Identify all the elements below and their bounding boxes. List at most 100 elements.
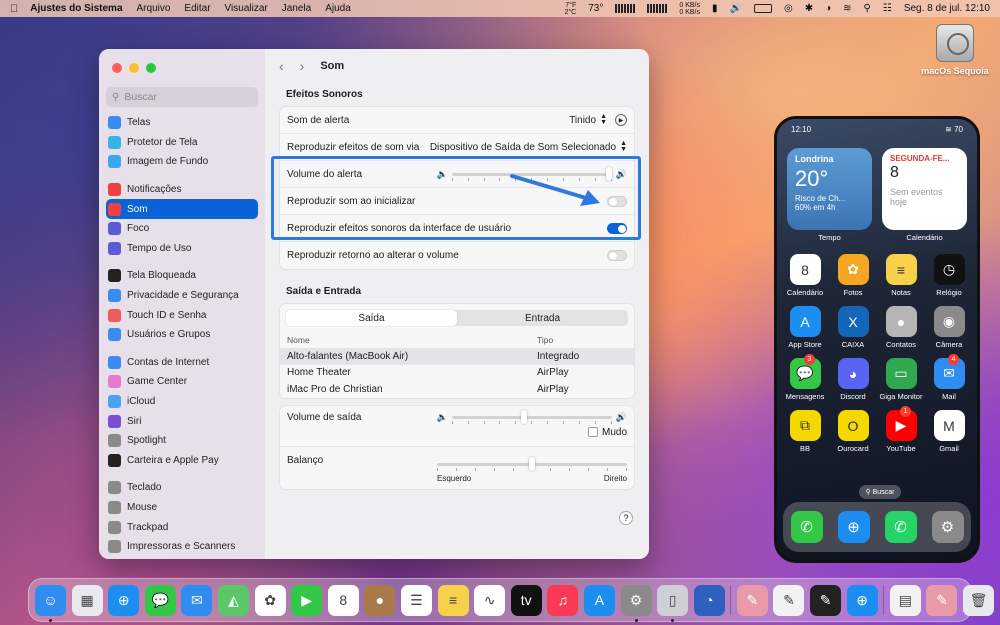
sidebar-item-fingerprint[interactable]: Touch ID e Senha [106, 305, 258, 325]
iphone-app-calendar[interactable]: 8 Calendário [781, 254, 829, 297]
iphone-app-bb[interactable]: ⧉ BB [781, 410, 829, 453]
sidebar-item-wallpaper[interactable]: Imagem de Fundo [106, 152, 258, 172]
col-type[interactable]: Tipo [530, 332, 634, 348]
iphone-app-discord[interactable]: ◕ Discord [829, 358, 877, 401]
battery-icon[interactable]: ▮ [712, 3, 718, 14]
sidebar-item-printer[interactable]: Impressoras e Scanners [106, 537, 258, 557]
textedit-icon[interactable]: ✎ [773, 584, 805, 616]
mail-icon[interactable]: ✉ [181, 584, 213, 616]
safari-tech-icon[interactable]: ⊕ [846, 584, 878, 616]
weather-widget[interactable]: Londrina 20° Risco de Ch... 60% em 4h Te… [787, 148, 872, 242]
calendar-icon[interactable]: 8 [327, 584, 359, 616]
forward-button[interactable]: › [300, 58, 305, 74]
output-volume-slider[interactable]: 🔈 🔊 [437, 409, 627, 424]
iphone-app-appstore[interactable]: A App Store [781, 306, 829, 349]
close-button[interactable] [112, 63, 122, 73]
safari-icon[interactable]: ⊕ [837, 511, 870, 543]
screen-mirroring-icon[interactable] [753, 4, 772, 13]
iphone-app-ourocard[interactable]: O Ourocard [829, 410, 877, 453]
volume-icon[interactable]: 🔊 [730, 3, 742, 14]
temp-readout[interactable]: 7°F 2°C [564, 2, 576, 16]
slider-knob[interactable] [529, 456, 535, 471]
safari-icon[interactable]: ⊕ [108, 584, 140, 616]
iphone-app-camera[interactable]: ◉ Câmera [925, 306, 973, 349]
sidebar-item-search[interactable]: Spotlight [106, 431, 258, 451]
alert-sound-select[interactable]: Tinido ▲ ▼ ▶ [569, 113, 627, 126]
menu-editar[interactable]: Editar [184, 3, 210, 14]
sidebar-item-lock[interactable]: Tela Bloqueada [106, 266, 258, 286]
control-center-icon[interactable]: ☷ [883, 3, 892, 14]
messages-icon[interactable]: 💬 [144, 584, 176, 616]
table-row[interactable]: iMac Pro de Christian AirPlay [280, 381, 634, 398]
photos-icon[interactable]: ✿ [254, 584, 286, 616]
sidebar-item-screensaver[interactable]: Protetor de Tela [106, 133, 258, 153]
maps-icon[interactable]: ◭ [217, 584, 249, 616]
iphone-mirroring-window[interactable]: 12:10 ≋ 70 Londrina 20° Risco de Ch... 6… [774, 116, 980, 563]
sidebar-item-display[interactable]: Telas [106, 113, 258, 133]
volume-feedback-toggle[interactable] [607, 250, 627, 261]
menu-arquivo[interactable]: Arquivo [137, 3, 171, 14]
appletv-icon[interactable]: tv [510, 584, 542, 616]
settings-icon[interactable]: ⚙ [931, 511, 964, 543]
iphone-search-pill[interactable]: ⚲ Buscar [859, 485, 901, 499]
search-input[interactable]: ⚲ Buscar [106, 87, 258, 107]
iphone-app-caixa[interactable]: X CAIXA [829, 306, 877, 349]
phone-icon[interactable]: ✆ [790, 511, 823, 543]
instruments-icon[interactable]: ◔ [693, 584, 725, 616]
sidebar-item-hourglass[interactable]: Tempo de Uso [106, 239, 258, 259]
sidebar-item-wallet[interactable]: Carteira e Apple Pay [106, 451, 258, 471]
spotlight-icon[interactable]: ⚲ [864, 3, 871, 14]
sidebar-item-moon[interactable]: Foco [106, 219, 258, 239]
menu-visualizar[interactable]: Visualizar [225, 3, 268, 14]
sidebar-item-users[interactable]: Usuários e Grupos [106, 325, 258, 345]
sidebar-item-trackpad[interactable]: Trackpad [106, 517, 258, 537]
settings-icon[interactable]: ⚙ [620, 584, 652, 622]
clock-datetime[interactable]: Seg. 8 de jul. 12:10 [904, 3, 990, 14]
sidebar-item-bell[interactable]: Notificações [106, 180, 258, 200]
iphone-app-notes[interactable]: ≡ Notas [877, 254, 925, 297]
temperature-status[interactable]: 73° [588, 3, 603, 14]
table-row[interactable]: Alto-falantes (MacBook Air) Integrado [280, 348, 634, 365]
iphone-app-gmail[interactable]: M Gmail [925, 410, 973, 453]
notes-icon[interactable]: ≡ [437, 584, 469, 616]
sidebar-item-siri[interactable]: Siri [106, 411, 258, 431]
reminders-icon[interactable]: ☰ [400, 584, 432, 616]
iphone-app-contacts[interactable]: ● Contatos [877, 306, 925, 349]
sidebar-item-mouse[interactable]: Mouse [106, 498, 258, 518]
app-menu[interactable]: Ajustes do Sistema [30, 3, 122, 14]
tab-input[interactable]: Entrada [457, 310, 628, 326]
stack-icon[interactable]: ✎ [926, 584, 958, 616]
whatsapp-icon[interactable]: ✆ [884, 511, 917, 543]
balance-slider[interactable] [437, 456, 627, 471]
slider-knob[interactable] [520, 409, 527, 424]
pdf-icon[interactable]: ✎ [810, 584, 842, 616]
table-row[interactable]: Home Theater AirPlay [280, 365, 634, 382]
iphone-app-clock[interactable]: ◷ Relógio [925, 254, 973, 297]
appstore-icon[interactable]: A [583, 584, 615, 616]
iphone-app-gigamonitor[interactable]: ▭ Giga Monitor [877, 358, 925, 401]
focus-icon[interactable]: ◑ [825, 3, 831, 14]
minimize-button[interactable] [129, 63, 139, 73]
sidebar-item-at[interactable]: Contas de Internet [106, 353, 258, 373]
wifi-icon[interactable]: ≋ [843, 3, 851, 14]
col-name[interactable]: Nome [280, 332, 530, 348]
slider-track[interactable] [451, 409, 612, 424]
bluetooth-icon[interactable]: ✱ [805, 3, 813, 14]
sidebar-item-gamecenter[interactable]: Game Center [106, 372, 258, 392]
iphone-app-youtube[interactable]: ▶ 1 YouTube [877, 406, 925, 453]
memory-graph-icon[interactable] [647, 4, 668, 13]
help-button[interactable]: ? [619, 511, 633, 525]
trash-icon[interactable]: 🗑 [963, 584, 995, 616]
play-icon[interactable]: ▶ [615, 114, 627, 126]
sidebar-item-hand[interactable]: Privacidade e Segurança [106, 286, 258, 306]
cpu-graph-icon[interactable] [615, 4, 636, 13]
desktop-disk[interactable]: macOs Sequoia [920, 24, 990, 76]
airplay-icon[interactable]: ◎ [784, 3, 793, 14]
calendar-widget[interactable]: SEGUNDA-FE... 8 Sem eventos hoje Calendá… [882, 148, 967, 242]
network-stats[interactable]: 0 KB/s 0 KB/s [679, 2, 700, 16]
play-through-select[interactable]: Dispositivo de Saída de Som Selecionado … [430, 140, 627, 153]
menu-janela[interactable]: Janela [282, 3, 311, 14]
iphone-mirroring-icon[interactable]: ▯ [657, 584, 689, 622]
sidebar-item-keyboard[interactable]: Teclado [106, 478, 258, 498]
iphone-app-mail[interactable]: ✉ 4 Mail [925, 354, 973, 401]
